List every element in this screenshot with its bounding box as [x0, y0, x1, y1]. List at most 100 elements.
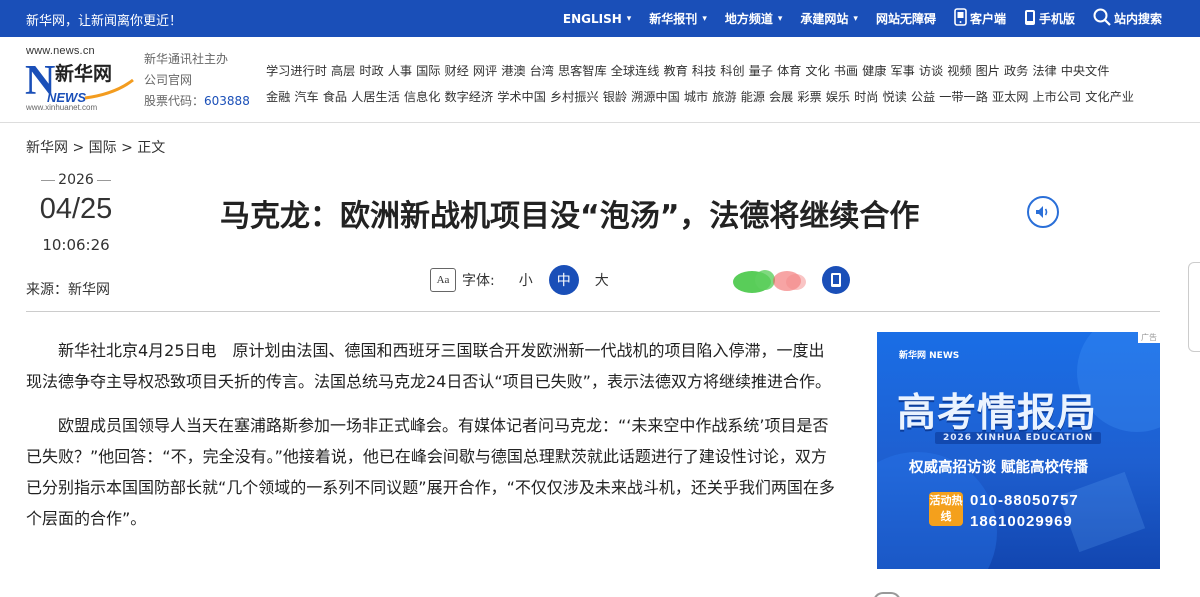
channel-link[interactable]: 中央文件: [1061, 64, 1110, 78]
channel-link[interactable]: 军事: [890, 64, 914, 78]
nav-hosted-sites-label: 承建网站: [800, 12, 849, 26]
nav-client-app[interactable]: 客户端: [954, 8, 1006, 29]
breadcrumb-section[interactable]: 国际: [89, 140, 117, 156]
gaokao-ad-banner[interactable]: 广告 新华网 NEWS 高考情报局 2026 XINHUA EDUCATION …: [877, 332, 1160, 569]
channel-link[interactable]: 台湾: [530, 64, 554, 78]
channel-link[interactable]: 财经: [444, 64, 468, 78]
breadcrumb-separator: >: [116, 140, 138, 156]
nav-newspapers[interactable]: 新华报刊 ▾: [649, 10, 707, 27]
channel-link[interactable]: 健康: [862, 64, 886, 78]
channel-link[interactable]: 视频: [947, 64, 971, 78]
mobile-icon: [1024, 9, 1036, 29]
ad-background-decoration: [877, 332, 1160, 569]
channel-link[interactable]: 学术中国: [497, 90, 546, 104]
channel-link[interactable]: 学习进行时: [266, 64, 327, 78]
top-nav: ENGLISH ▾ 新华报刊 ▾ 地方频道 ▾ 承建网站 ▾ 网站无障碍 客户端 手机版…: [545, 0, 1162, 37]
channel-link[interactable]: 娱乐: [826, 90, 850, 104]
channel-link[interactable]: 一带一路: [939, 90, 988, 104]
channel-link[interactable]: 能源: [741, 90, 765, 104]
org-info: 新华通讯社主办 公司官网 股票代码：603888: [144, 49, 250, 112]
channel-link[interactable]: 法律: [1032, 64, 1056, 78]
channel-link[interactable]: 汽车: [294, 90, 318, 104]
channel-link[interactable]: 图片: [976, 64, 1000, 78]
channel-link[interactable]: 访谈: [919, 64, 943, 78]
ad-headline: 高考情报局: [897, 391, 1098, 436]
channel-link[interactable]: 数字经济: [444, 90, 493, 104]
channel-link[interactable]: 人事: [388, 64, 412, 78]
channel-links: 学习进行时 高层 时政 人事 国际 财经 网评 港澳 台湾 思客智库 全球连线 教育 科技 科创 量子 体育文…: [266, 58, 1166, 110]
nav-mobile[interactable]: 手机版: [1024, 9, 1075, 29]
channel-link[interactable]: 城市: [684, 90, 708, 104]
channel-link[interactable]: 信息化: [404, 90, 441, 104]
channel-link[interactable]: 网评: [473, 64, 497, 78]
nav-hosted-sites[interactable]: 承建网站 ▾: [800, 10, 858, 27]
channel-link[interactable]: 溯源中国: [631, 90, 680, 104]
channel-link[interactable]: 科创: [720, 64, 744, 78]
org-line-1: 新华通讯社主办: [144, 52, 229, 66]
channel-link[interactable]: 全球连线: [611, 64, 660, 78]
channel-link[interactable]: 公益: [911, 90, 935, 104]
font-size-tool: Aa 字体: 小 中 大: [430, 265, 609, 295]
ad-year-band: 2026 XINHUA EDUCATION: [935, 432, 1102, 444]
font-large-option[interactable]: 大: [595, 270, 609, 290]
channel-link[interactable]: 彩票: [797, 90, 821, 104]
ad-logo: 新华网 NEWS: [899, 351, 960, 361]
channel-row-2: 金融 汽车 食品 人居生活 信息化 数字经济 学术中国 乡村振兴 银龄 溯源中国 城市 旅游 能源 会展彩…: [266, 84, 1166, 110]
channel-link[interactable]: 政务: [1004, 64, 1028, 78]
channel-link[interactable]: 书画: [834, 64, 858, 78]
channel-link[interactable]: 文化: [805, 64, 829, 78]
stock-code[interactable]: 603888: [204, 94, 250, 108]
channel-link[interactable]: 文化产业: [1085, 90, 1134, 104]
channel-link[interactable]: 港澳: [501, 64, 525, 78]
read-aloud-button[interactable]: [1027, 196, 1059, 228]
org-line-2: 公司官网: [144, 73, 193, 87]
nav-accessibility[interactable]: 网站无障碍: [876, 10, 936, 27]
article-body: 新华社北京4月25日电 原计划由法国、德国和西班牙三国联合开发欧洲新一代战机的项…: [26, 335, 840, 547]
channel-link[interactable]: 食品: [323, 90, 347, 104]
side-float-tab[interactable]: [1188, 262, 1200, 352]
share-buttons[interactable]: [732, 268, 812, 294]
ad-phones: 010-88050757 18610029969: [970, 490, 1079, 532]
nav-newspapers-label: 新华报刊: [649, 12, 698, 26]
channel-link[interactable]: 教育: [663, 64, 687, 78]
nav-client-app-label: 客户端: [969, 12, 1006, 26]
publish-year: 2026: [26, 172, 126, 188]
channel-link[interactable]: 科技: [692, 64, 716, 78]
breadcrumb-home[interactable]: 新华网: [26, 140, 68, 156]
chevron-down-icon: ▾: [626, 13, 632, 24]
channel-link[interactable]: 亚太网: [992, 90, 1029, 104]
font-label: 字体:: [462, 273, 495, 289]
channel-link[interactable]: 国际: [416, 64, 440, 78]
channel-link[interactable]: 高层: [331, 64, 355, 78]
channel-link[interactable]: 旅游: [712, 90, 736, 104]
tablet-icon: [831, 273, 841, 287]
nav-site-search[interactable]: 站内搜索: [1093, 8, 1162, 29]
font-small-option[interactable]: 小: [519, 270, 533, 290]
ad-phone-2: 18610029969: [970, 513, 1073, 530]
channel-link[interactable]: 会展: [769, 90, 793, 104]
channel-link[interactable]: 金融: [266, 90, 290, 104]
channel-link[interactable]: 体育: [777, 64, 801, 78]
mobile-view-button[interactable]: [822, 266, 850, 294]
channel-link[interactable]: 思客智库: [558, 64, 607, 78]
font-medium-option[interactable]: 中: [548, 265, 579, 295]
stock-label: 股票代码：: [144, 94, 205, 108]
site-logo[interactable]: www.news.cn N 新华网 NEWS www.xinhuanet.com: [25, 43, 140, 113]
nav-english-label: ENGLISH: [562, 11, 622, 26]
channel-link[interactable]: 量子: [749, 64, 773, 78]
channel-link[interactable]: 时尚: [854, 90, 878, 104]
nav-english[interactable]: ENGLISH ▾: [563, 12, 631, 26]
channel-link[interactable]: 乡村振兴: [550, 90, 599, 104]
loading-ring-icon: [873, 592, 901, 597]
channel-link[interactable]: 悦读: [882, 90, 906, 104]
channel-link[interactable]: 上市公司: [1033, 90, 1082, 104]
nav-accessibility-label: 网站无障碍: [875, 12, 936, 26]
article-source: 来源：新华网: [26, 282, 110, 298]
publish-date: 2026 04/25 10:06:26: [26, 172, 126, 254]
channel-link[interactable]: 时政: [359, 64, 383, 78]
channel-link[interactable]: 人居生活: [351, 90, 400, 104]
site-slogan: 新华网，让新闻离你更近！: [26, 14, 183, 29]
channel-link[interactable]: 银龄: [603, 90, 627, 104]
nav-local-channels[interactable]: 地方频道 ▾: [725, 10, 783, 27]
publish-month-day: 04/25: [39, 193, 113, 225]
